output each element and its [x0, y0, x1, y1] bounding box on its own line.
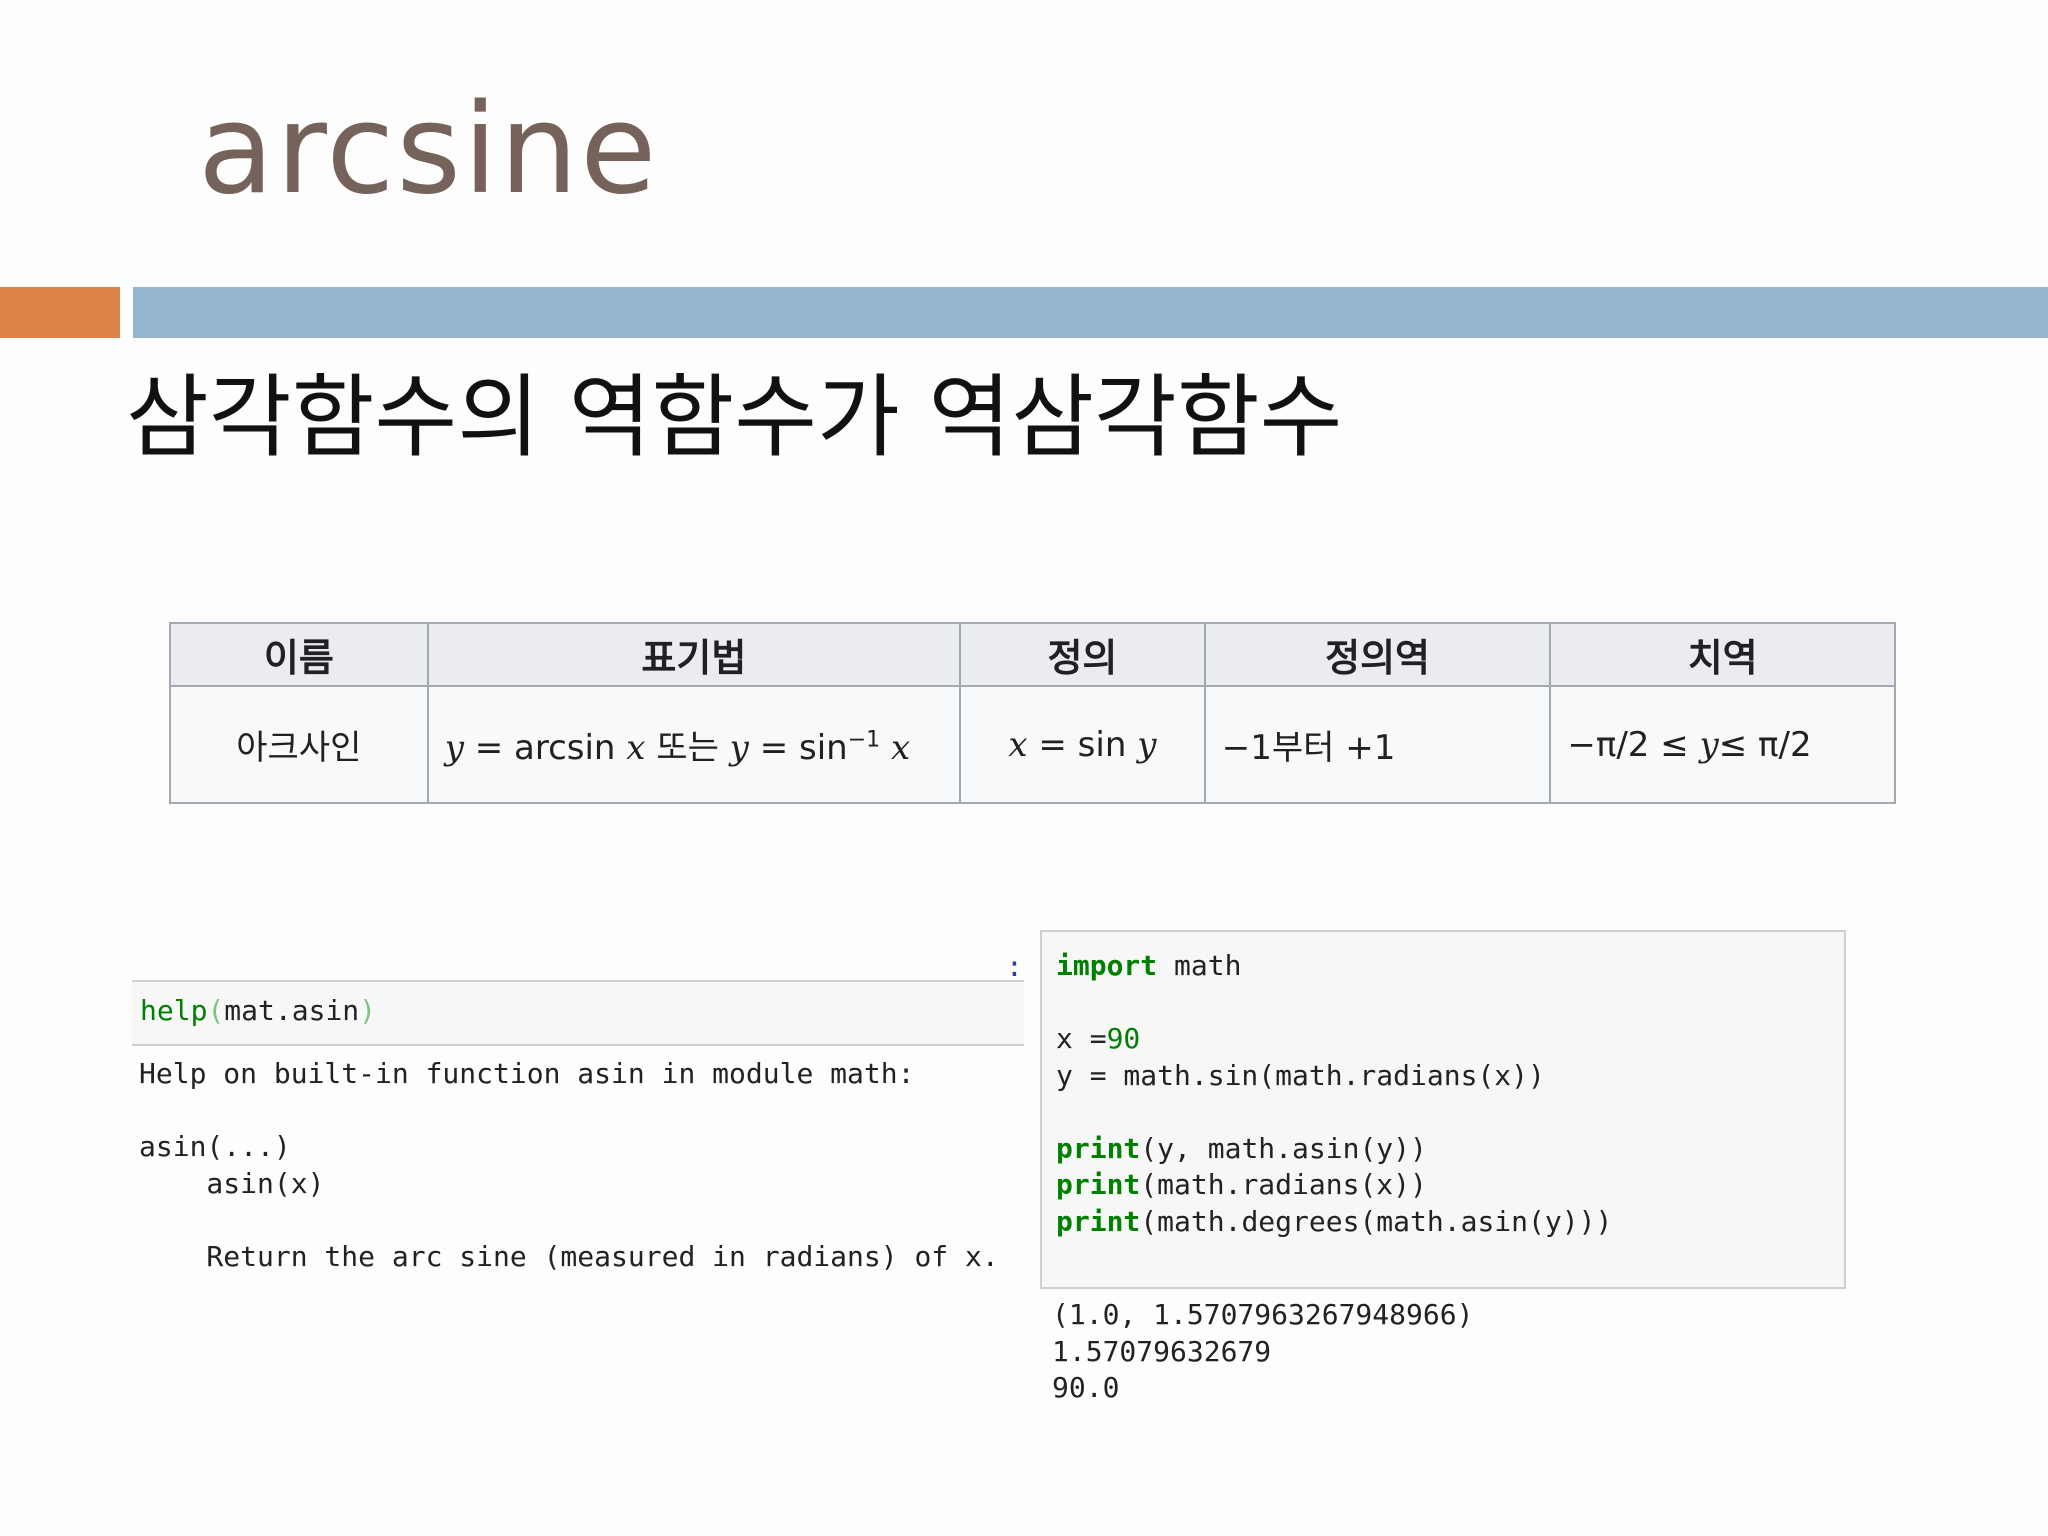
range-right: ≤ π/2: [1718, 724, 1812, 765]
header-name: 이름: [169, 622, 429, 687]
code-number: 90: [1106, 1022, 1141, 1055]
var-x: x: [890, 728, 911, 768]
arcsine-table: 이름 표기법 정의 정의역 치역 아크사인 y = arcsin x 또는 y …: [169, 622, 1896, 804]
table-header-row: 이름 표기법 정의 정의역 치역: [169, 622, 1896, 687]
var-x: x: [1008, 724, 1028, 765]
table-row: 아크사인 y = arcsin x 또는 y = sin−1 x x = sin…: [169, 685, 1896, 804]
keyword-print: print: [1056, 1204, 1141, 1238]
header-notation: 표기법: [426, 622, 962, 687]
code-text: (math.degrees(math.asin(y))): [1140, 1204, 1613, 1238]
var-x: x: [626, 728, 646, 768]
slide-subtitle: 삼각함수의 역함수가 역삼각함수: [126, 365, 1343, 470]
help-output: Help on built-in function asin in module…: [139, 1057, 999, 1273]
header-range: 치역: [1549, 622, 1896, 687]
var-y: y: [444, 728, 464, 768]
cell-notation: y = arcsin x 또는 y = sin−1 x: [426, 685, 962, 804]
help-code-cell[interactable]: help(mat.asin): [132, 980, 1024, 1046]
notation-superscript: −1: [847, 727, 881, 753]
help-argument: mat.asin: [224, 994, 360, 1027]
code-block: import math x =90 y = math.sin(math.radi…: [1056, 948, 1612, 1240]
cell-name: 아크사인: [169, 685, 429, 804]
var-y: y: [1699, 724, 1719, 765]
header-definition: 정의: [959, 622, 1206, 687]
keyword-import: import: [1056, 949, 1158, 982]
help-function: help: [140, 994, 208, 1027]
definition-sin: = sin: [1027, 724, 1138, 765]
cell-range: −π/2 ≤ y≤ π/2: [1549, 685, 1896, 804]
close-paren: ): [359, 994, 377, 1027]
code-text: (y, math.asin(y)): [1140, 1131, 1427, 1165]
cell-domain: −1부터 +1: [1203, 685, 1552, 804]
code-text: x =: [1056, 1022, 1107, 1055]
accent-bar-orange: [0, 287, 120, 338]
notation-arcsin: = arcsin: [463, 728, 627, 768]
accent-bar-blue: [133, 287, 2048, 338]
var-y: y: [1137, 724, 1157, 765]
notation-sin: = sin: [748, 728, 848, 768]
range-left: −π/2 ≤: [1567, 724, 1700, 765]
slide-title: arcsine: [198, 78, 659, 222]
help-code-line: help(mat.asin): [140, 994, 376, 1027]
code-text: y = math.sin(math.radians(x)): [1056, 1058, 1545, 1092]
header-domain: 정의역: [1203, 622, 1552, 687]
python-code-cell[interactable]: import math x =90 y = math.sin(math.radi…: [1040, 930, 1846, 1289]
code-text: math: [1157, 949, 1242, 982]
var-y: y: [729, 728, 749, 768]
notation-or: 또는: [645, 728, 730, 768]
keyword-print: print: [1056, 1168, 1141, 1201]
cell-definition: x = sin y: [959, 685, 1206, 804]
code-output: (1.0, 1.5707963267948966) 1.57079632679 …: [1052, 1298, 1474, 1404]
open-paren: (: [207, 994, 225, 1027]
keyword-print: print: [1056, 1131, 1141, 1165]
cell-prompt: :: [1006, 950, 1023, 983]
code-text: (math.radians(x)): [1140, 1168, 1427, 1201]
